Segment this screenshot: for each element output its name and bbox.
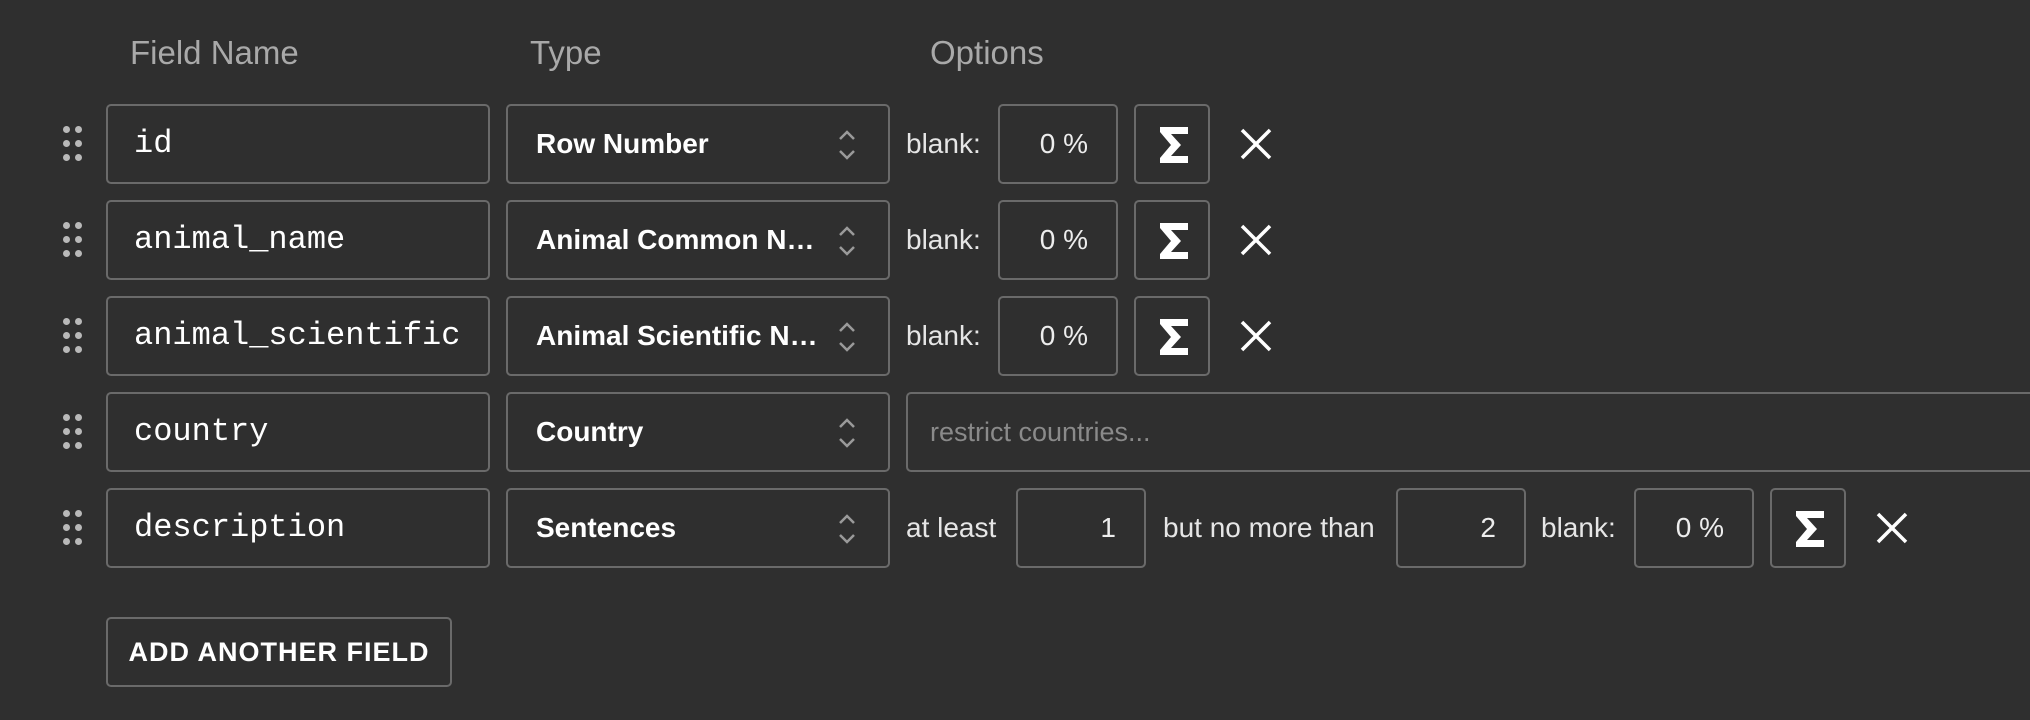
drag-handle-icon[interactable] [63, 318, 85, 354]
field-type-select[interactable]: Animal Scientific Name [506, 296, 890, 376]
chevron-up-down-icon [839, 226, 855, 256]
field-name-input[interactable]: animal_name [106, 200, 490, 280]
field-type-value: Sentences [536, 512, 677, 543]
blank-percent-input[interactable]: 0 % [1634, 488, 1754, 568]
blank-label: blank: [906, 320, 981, 351]
field-type-value: Animal Scientific Name [536, 320, 846, 351]
field-row: animal_name Animal Common Name blank: 0 … [0, 200, 2030, 280]
field-row: animal_scientific Animal Scientific Name… [0, 296, 2030, 376]
header-options: Options [930, 34, 1044, 71]
header-field-name: Field Name [130, 34, 299, 71]
field-type-select[interactable]: Row Number [506, 104, 890, 184]
close-icon[interactable] [1238, 222, 1274, 258]
add-another-field-button[interactable]: ADD ANOTHER FIELD [106, 617, 452, 687]
close-icon[interactable] [1874, 510, 1910, 546]
blank-label: blank: [906, 128, 981, 159]
no-more-than-label: but no more than [1163, 512, 1375, 543]
close-icon[interactable] [1238, 318, 1274, 354]
blank-percent-input[interactable]: 0 % [998, 296, 1118, 376]
header-type: Type [530, 34, 602, 71]
drag-handle-icon[interactable] [63, 414, 85, 450]
at-least-label: at least [906, 512, 997, 543]
sigma-icon [1796, 511, 1824, 547]
chevron-up-down-icon [839, 130, 855, 160]
field-type-select[interactable]: Country [506, 392, 890, 472]
max-sentences-input[interactable]: 2 [1396, 488, 1526, 568]
chevron-up-down-icon [839, 514, 855, 544]
field-type-value: Row Number [536, 128, 709, 159]
formula-button[interactable] [1134, 200, 1210, 280]
blank-percent-input[interactable]: 0 % [998, 200, 1118, 280]
close-icon[interactable] [1238, 126, 1274, 162]
restrict-countries-input[interactable]: restrict countries... [906, 392, 2030, 472]
field-type-value: Animal Common Name [536, 224, 843, 255]
field-type-select[interactable]: Sentences [506, 488, 890, 568]
formula-button[interactable] [1770, 488, 1846, 568]
blank-label: blank: [906, 224, 981, 255]
field-type-value: Country [536, 416, 644, 447]
field-row: id Row Number blank: 0 % [0, 104, 2030, 184]
chevron-up-down-icon [839, 322, 855, 352]
field-name-input[interactable]: animal_scientific [106, 296, 490, 376]
formula-button[interactable] [1134, 296, 1210, 376]
sigma-icon [1160, 319, 1188, 355]
chevron-up-down-icon [839, 418, 855, 448]
field-name-input[interactable]: id [106, 104, 490, 184]
drag-handle-icon[interactable] [63, 126, 85, 162]
field-type-select[interactable]: Animal Common Name [506, 200, 890, 280]
formula-button[interactable] [1134, 104, 1210, 184]
blank-label: blank: [1541, 512, 1616, 543]
field-name-input[interactable]: country [106, 392, 490, 472]
min-sentences-input[interactable]: 1 [1016, 488, 1146, 568]
drag-handle-icon[interactable] [63, 222, 85, 258]
blank-percent-input[interactable]: 0 % [998, 104, 1118, 184]
sigma-icon [1160, 127, 1188, 163]
drag-handle-icon[interactable] [63, 510, 85, 546]
field-name-input[interactable]: description [106, 488, 490, 568]
field-row: description Sentences at least 1 but no … [0, 488, 2030, 568]
sigma-icon [1160, 223, 1188, 259]
field-row: country Country restrict countries... [0, 392, 2030, 472]
